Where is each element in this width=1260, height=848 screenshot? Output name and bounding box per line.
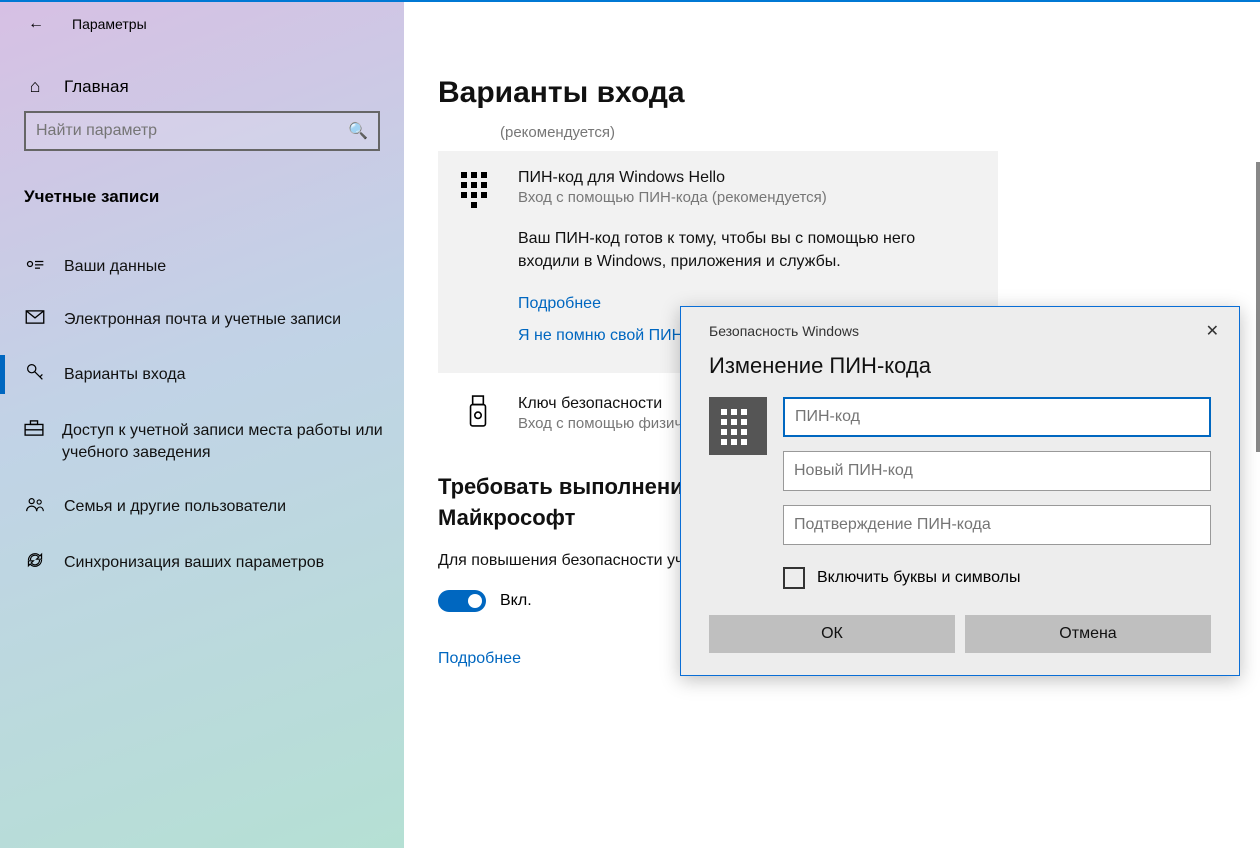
titlebar-label: Параметры xyxy=(72,16,147,32)
checkbox-label: Включить буквы и символы xyxy=(817,569,1021,587)
hello-toggle[interactable] xyxy=(438,590,486,612)
recommended-label: (рекомендуется) xyxy=(500,124,1252,141)
sidebar-item-your-info[interactable]: Ваши данные xyxy=(0,241,404,292)
security-key-subtitle: Вход с помощью физич xyxy=(518,415,682,432)
back-icon[interactable]: ← xyxy=(28,15,44,33)
sidebar-item-sync[interactable]: Синхронизация ваших параметров xyxy=(0,535,404,590)
sync-icon xyxy=(24,551,46,574)
sidebar-item-label: Электронная почта и учетные записи xyxy=(64,311,341,329)
search-container: 🔍 xyxy=(0,111,404,169)
sidebar-item-signin-options[interactable]: Варианты входа xyxy=(0,347,404,402)
sidebar-item-label: Ваши данные xyxy=(64,258,166,276)
home-nav[interactable]: ⌂ Главная xyxy=(0,62,404,111)
search-box[interactable]: 🔍 xyxy=(24,111,380,151)
pin-card-text: ПИН-код для Windows Hello Вход с помощью… xyxy=(518,169,827,209)
mail-icon xyxy=(24,310,46,329)
pin-card-body: Ваш ПИН-код готов к тому, чтобы вы с пом… xyxy=(518,227,978,273)
dialog-title: Безопасность Windows xyxy=(709,323,859,339)
ok-button[interactable]: ОК xyxy=(709,615,955,653)
dialog-buttons: ОК Отмена xyxy=(681,589,1239,653)
sidebar-item-label: Доступ к учетной записи места работы или… xyxy=(62,420,404,463)
pin-card-title: ПИН-код для Windows Hello xyxy=(518,169,827,187)
page-title: Варианты входа xyxy=(438,76,1252,110)
current-pin-input[interactable] xyxy=(783,397,1211,437)
new-pin-input[interactable] xyxy=(783,451,1211,491)
confirm-pin-input[interactable] xyxy=(783,505,1211,545)
pin-card-subtitle: Вход с помощью ПИН-кода (рекомендуется) xyxy=(518,189,827,206)
dialog-keypad-icon xyxy=(709,397,767,455)
dialog-titlebar: Безопасность Windows ✕ xyxy=(681,307,1239,347)
person-card-icon xyxy=(24,257,46,276)
pin-card-header: ПИН-код для Windows Hello Вход с помощью… xyxy=(458,169,978,209)
sidebar: ⌂ Главная 🔍 Учетные записи Ваши данные Э xyxy=(0,2,404,848)
scrollbar[interactable] xyxy=(1256,162,1260,452)
letters-symbols-row[interactable]: Включить буквы и символы xyxy=(681,545,1239,589)
more-link[interactable]: Подробнее xyxy=(438,650,521,668)
people-icon xyxy=(24,497,46,517)
sidebar-item-work-school[interactable]: Доступ к учетной записи места работы или… xyxy=(0,404,404,479)
close-icon[interactable]: ✕ xyxy=(1206,321,1219,341)
sidebar-item-family[interactable]: Семья и другие пользователи xyxy=(0,481,404,533)
usb-key-icon xyxy=(458,395,498,432)
sidebar-item-label: Варианты входа xyxy=(64,366,186,384)
keypad-icon xyxy=(458,169,498,209)
security-key-text: Ключ безопасности Вход с помощью физич xyxy=(518,395,682,432)
dialog-fields xyxy=(783,397,1211,545)
security-key-title: Ключ безопасности xyxy=(518,395,682,413)
category-title: Учетные записи xyxy=(0,169,404,225)
search-input[interactable] xyxy=(36,122,348,140)
checkbox-icon[interactable] xyxy=(783,567,805,589)
briefcase-icon xyxy=(24,420,44,443)
dialog-heading: Изменение ПИН-кода xyxy=(681,347,1239,397)
home-icon: ⌂ xyxy=(24,76,46,97)
sidebar-item-email-accounts[interactable]: Электронная почта и учетные записи xyxy=(0,294,404,345)
cancel-button[interactable]: Отмена xyxy=(965,615,1211,653)
change-pin-dialog: Безопасность Windows ✕ Изменение ПИН-код… xyxy=(680,306,1240,676)
dialog-body xyxy=(681,397,1239,545)
titlebar: ← Параметры xyxy=(0,0,147,48)
sidebar-item-label: Семья и другие пользователи xyxy=(64,498,286,516)
sidebar-nav: Ваши данные Электронная почта и учетные … xyxy=(0,241,404,590)
sidebar-item-label: Синхронизация ваших параметров xyxy=(64,554,324,572)
key-icon xyxy=(24,363,46,386)
hello-toggle-label: Вкл. xyxy=(500,592,532,610)
home-label: Главная xyxy=(64,77,129,97)
search-icon: 🔍 xyxy=(348,121,368,141)
